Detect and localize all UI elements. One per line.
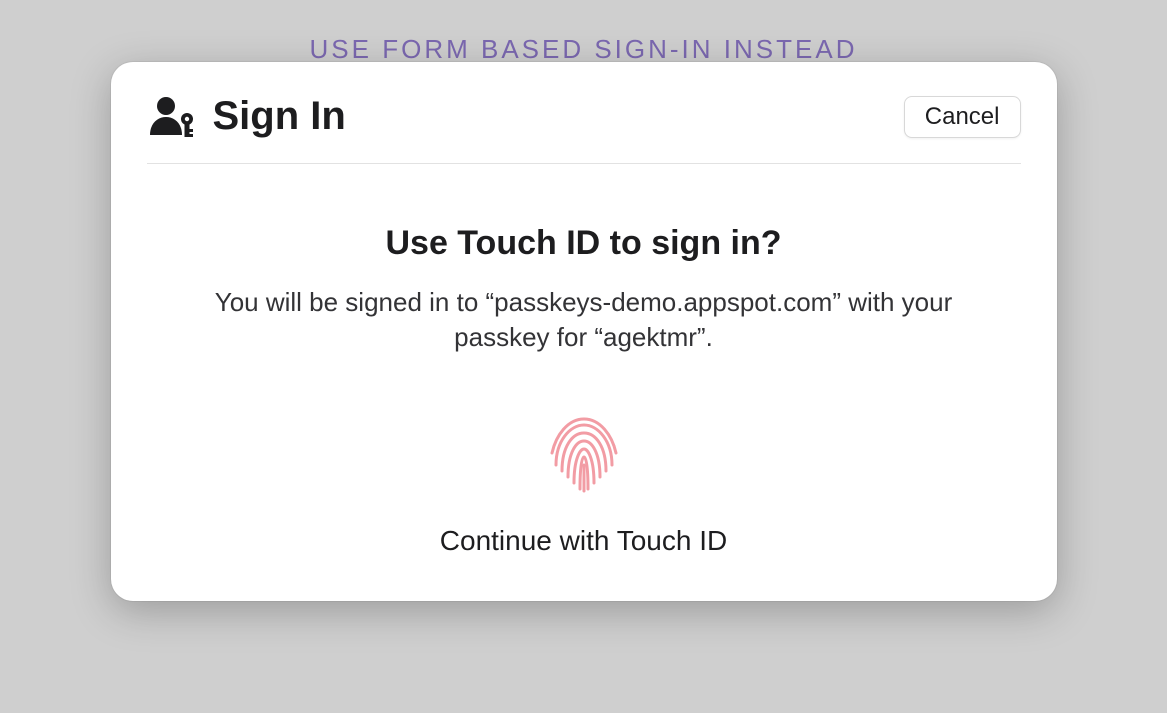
- dialog-header: Sign In Cancel: [147, 94, 1021, 164]
- sign-in-dialog: Sign In Cancel Use Touch ID to sign in? …: [111, 62, 1057, 601]
- dialog-header-left: Sign In: [147, 94, 346, 139]
- use-form-signin-link[interactable]: USE FORM BASED SIGN-IN INSTEAD: [310, 34, 858, 65]
- touch-id-heading: Use Touch ID to sign in?: [147, 224, 1021, 263]
- passkey-icon: [147, 95, 201, 139]
- dialog-body: Use Touch ID to sign in? You will be sig…: [147, 164, 1021, 557]
- continue-touch-id-label: Continue with Touch ID: [147, 525, 1021, 557]
- fingerprint-icon[interactable]: [536, 407, 632, 503]
- cancel-button[interactable]: Cancel: [904, 96, 1021, 138]
- touch-id-description: You will be signed in to “passkeys-demo.…: [204, 285, 964, 355]
- dialog-title: Sign In: [213, 94, 346, 139]
